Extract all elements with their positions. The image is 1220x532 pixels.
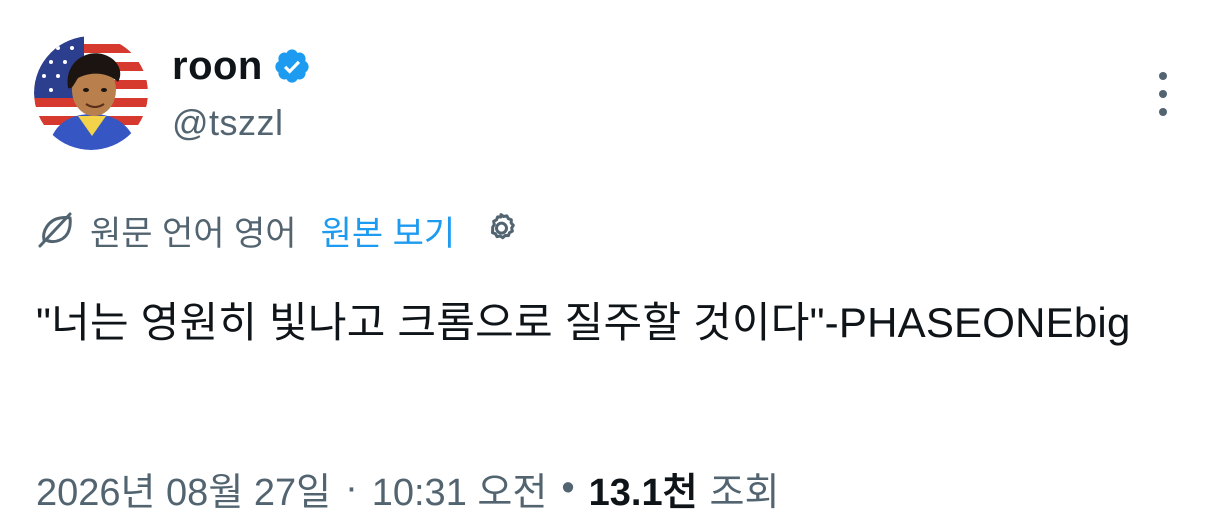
translate-icon: [38, 212, 72, 248]
source-language-label: 원문 언어 영어: [90, 214, 297, 253]
separator-dot: •: [561, 466, 575, 509]
author-name-row[interactable]: roon: [172, 40, 311, 92]
views-count[interactable]: 13.1천: [589, 461, 698, 516]
translation-row: 원문 언어 영어 원본 보기: [36, 204, 521, 256]
tweet-time[interactable]: 10:31 오전: [372, 461, 548, 516]
views-label[interactable]: 조회: [710, 461, 780, 516]
settings-gear-icon[interactable]: [481, 210, 521, 250]
separator: ·: [345, 466, 358, 509]
tweet-meta: 2026년 08월 27일 · 10:31 오전 • 13.1천 조회: [36, 460, 779, 516]
avatar[interactable]: [34, 36, 148, 150]
show-original-link[interactable]: 원본 보기: [321, 206, 456, 255]
more-options-icon[interactable]: [1146, 72, 1180, 116]
verified-badge-icon: [275, 49, 309, 83]
display-name[interactable]: roon: [172, 44, 263, 89]
tweet-text: "너는 영원히 빛나고 크롬으로 질주할 것이다"-PHASEONEbig: [36, 299, 1131, 346]
tweet-detail: roon @tszzl 원문 언어 영어 원본 보기 "너는 영원히 빛나고 크…: [0, 0, 1220, 532]
tweet-date[interactable]: 2026년 08월 27일: [36, 461, 331, 516]
author-handle[interactable]: @tszzl: [172, 102, 284, 144]
